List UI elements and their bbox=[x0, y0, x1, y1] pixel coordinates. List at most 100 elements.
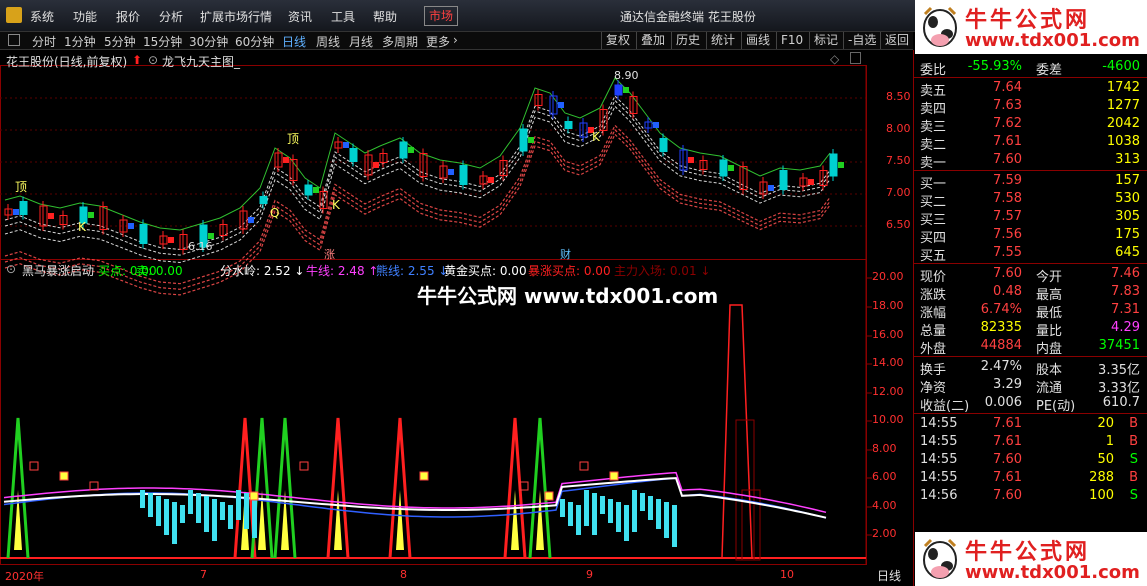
btn-fuquan[interactable]: 复权 bbox=[601, 32, 634, 49]
quote-cell: 0.48 bbox=[993, 284, 1022, 299]
quote-cell: 7.60 bbox=[993, 452, 1022, 467]
period-tab-30min[interactable]: 30分钟 bbox=[189, 33, 228, 50]
cyan-bar bbox=[140, 490, 145, 508]
ad-banner-bottom[interactable]: 牛牛公式网 www.tdx001.com bbox=[915, 532, 1147, 586]
cyan-bar bbox=[156, 496, 161, 526]
menu-tools[interactable]: 工具 bbox=[331, 8, 355, 25]
cyan-bar bbox=[640, 493, 645, 511]
cow-logo-icon bbox=[923, 6, 957, 47]
candle-body bbox=[528, 137, 534, 143]
x-axis-label: 10 bbox=[780, 568, 794, 581]
candle-body bbox=[459, 165, 468, 185]
watermark-text: 牛牛公式网 www.tdx001.com bbox=[417, 284, 719, 308]
btn-mark[interactable]: 标记 bbox=[809, 32, 842, 49]
candle-body bbox=[653, 122, 659, 128]
menu-system[interactable]: 系统 bbox=[30, 8, 54, 25]
btn-overlay[interactable]: 叠加 bbox=[636, 32, 669, 49]
cyan-bar bbox=[236, 490, 241, 520]
candle-body bbox=[728, 165, 734, 171]
menu-market[interactable]: 市场 bbox=[424, 6, 459, 26]
x-axis-label: 8 bbox=[400, 568, 407, 581]
period-tab-60min[interactable]: 60分钟 bbox=[235, 33, 274, 50]
menu-function[interactable]: 功能 bbox=[73, 8, 97, 25]
stat2-row: 净资 3.29 流通 3.33亿 bbox=[918, 376, 1144, 396]
btn-back[interactable]: 返回 bbox=[880, 32, 913, 49]
diamond-icon[interactable]: ◇ bbox=[830, 52, 839, 66]
cyan-bar bbox=[204, 496, 209, 532]
menu-analysis[interactable]: 分析 bbox=[159, 8, 183, 25]
y-tick: 7.00 bbox=[886, 186, 911, 199]
cyan-bar bbox=[180, 505, 185, 523]
quote-cell: 313 bbox=[1115, 152, 1140, 167]
btn-f10[interactable]: F10 bbox=[776, 32, 807, 49]
quote-cell: 6.74% bbox=[980, 302, 1022, 317]
period-tab-multi[interactable]: 多周期 bbox=[382, 33, 418, 50]
ad-banner-top[interactable]: 牛牛公式网 www.tdx001.com bbox=[915, 0, 1147, 54]
menu-quote[interactable]: 报价 bbox=[116, 8, 140, 25]
period-tab-5min[interactable]: 5分钟 bbox=[104, 33, 136, 50]
menu-extended-market[interactable]: 扩展市场行情 bbox=[200, 8, 272, 25]
quote-cell: 0.006 bbox=[984, 395, 1022, 410]
ask-row: 卖五 7.64 1742 bbox=[918, 79, 1144, 99]
panel-toggle-icon[interactable] bbox=[8, 34, 20, 46]
quote-cell: 1277 bbox=[1106, 98, 1140, 113]
chart-area[interactable]: 花王股份(日线,前复权) ⬆ ⊙ 龙飞九天主图_ ◇ 8.90 6.16 8.5… bbox=[0, 50, 913, 586]
arrow-up-icon: ⬆ bbox=[132, 53, 143, 67]
menu-news[interactable]: 资讯 bbox=[288, 8, 312, 25]
cow-logo-icon bbox=[923, 538, 957, 579]
quote-cell: 14:56 bbox=[920, 488, 958, 503]
quote-cell: 100 bbox=[1089, 488, 1114, 503]
sub-chart-title[interactable]: 黑马暴涨启动 bbox=[22, 262, 94, 279]
quote-cell: B bbox=[1129, 416, 1138, 431]
quote-cell: -4600 bbox=[1102, 59, 1140, 74]
quote-cell: -55.93% bbox=[967, 59, 1022, 74]
btn-add-favorite[interactable]: -自选 bbox=[843, 32, 880, 49]
candle-body bbox=[168, 237, 174, 243]
quote-cell: 7.62 bbox=[993, 116, 1022, 131]
sub-y-tick: 10.00 bbox=[872, 413, 904, 426]
quote-cell: 157 bbox=[1115, 173, 1140, 188]
indicator-toggle-icon[interactable]: ⊙ bbox=[148, 53, 158, 67]
stat-row: 涨跌 0.48 最高 7.83 bbox=[918, 283, 1144, 303]
signal-spike-inner bbox=[511, 490, 519, 550]
cyan-bar bbox=[172, 502, 177, 544]
period-tab-monthly[interactable]: 月线 bbox=[349, 33, 373, 50]
period-tab-fenshi[interactable]: 分时 bbox=[32, 33, 56, 50]
period-tab-daily[interactable]: 日线 bbox=[282, 33, 306, 50]
window-restore-icon[interactable] bbox=[850, 52, 861, 64]
btn-history[interactable]: 历史 bbox=[671, 32, 704, 49]
candle-body bbox=[313, 187, 319, 193]
period-tab-weekly[interactable]: 周线 bbox=[316, 33, 340, 50]
period-tab-1min[interactable]: 1分钟 bbox=[64, 33, 96, 50]
cyan-bar bbox=[664, 502, 669, 538]
period-indicator: 日线 bbox=[877, 569, 902, 583]
quote-cell: B bbox=[1129, 434, 1138, 449]
cyan-bar bbox=[656, 499, 661, 529]
quote-cell: 内盘 bbox=[1036, 342, 1063, 357]
cyan-bar bbox=[608, 499, 613, 523]
quote-cell: 7.83 bbox=[1111, 284, 1140, 299]
cyan-bar bbox=[616, 502, 621, 532]
sub-y-tick: 6.00 bbox=[872, 470, 897, 483]
btn-draw[interactable]: 画线 bbox=[741, 32, 774, 49]
bear-line bbox=[3, 477, 827, 519]
candle-body bbox=[614, 84, 623, 96]
divider bbox=[914, 356, 1147, 357]
main-indicator-name[interactable]: 龙飞九天主图_ bbox=[162, 53, 240, 70]
ask-row: 卖二 7.61 1038 bbox=[918, 133, 1144, 153]
chevron-right-icon[interactable]: › bbox=[453, 33, 458, 47]
sub-indicator-toggle-icon[interactable]: ⊙ bbox=[6, 262, 16, 276]
tick-row: 14:55 7.61 1 B bbox=[918, 433, 1144, 451]
candle-body bbox=[768, 185, 774, 191]
marker-k: K bbox=[332, 198, 340, 212]
period-tab-15min[interactable]: 15分钟 bbox=[143, 33, 182, 50]
btn-statistics[interactable]: 统计 bbox=[706, 32, 739, 49]
menu-help[interactable]: 帮助 bbox=[373, 8, 397, 25]
period-tab-more[interactable]: 更多 bbox=[426, 33, 450, 50]
x-axis-label: 2020年 bbox=[5, 570, 44, 583]
sub-legend-item: 暴涨买点: 0.00 bbox=[528, 264, 611, 278]
y-tick: 8.00 bbox=[886, 122, 911, 135]
quote-cell: S bbox=[1129, 452, 1138, 467]
quote-cell: 1742 bbox=[1106, 80, 1140, 95]
quote-cell: 收益(二) bbox=[920, 399, 970, 414]
